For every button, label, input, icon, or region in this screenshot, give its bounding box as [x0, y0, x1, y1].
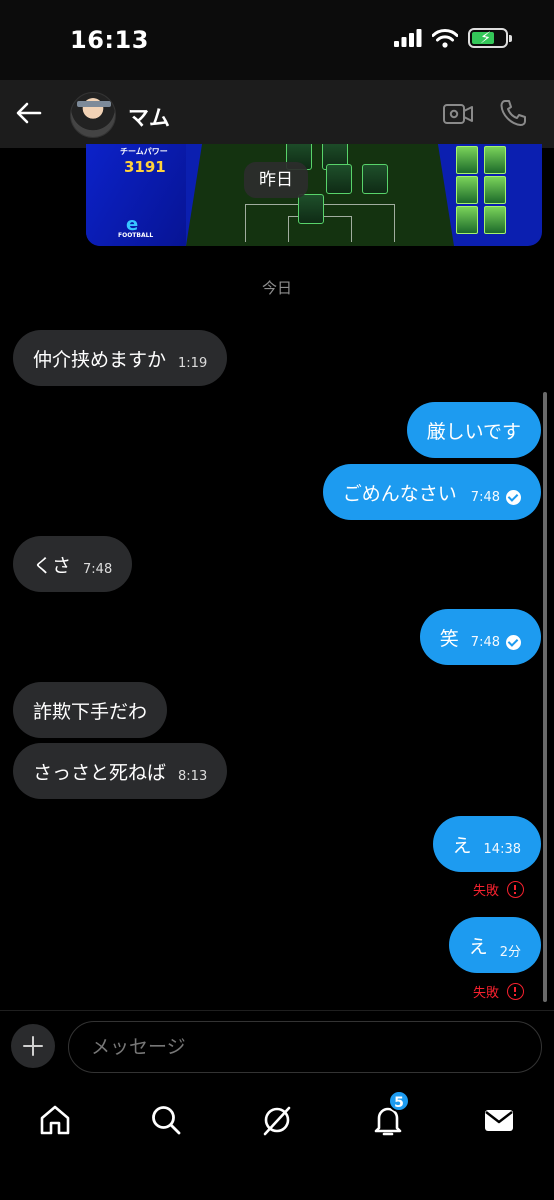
message-bubble-outgoing[interactable]: え 14:38 [432, 816, 541, 872]
message-text: 笑 [439, 627, 459, 650]
grok-icon [263, 1106, 291, 1136]
team-power-label: チームパワー [120, 147, 168, 156]
message-text: 仲介挟めますか [33, 348, 167, 371]
tab-search[interactable] [144, 1098, 188, 1142]
message-time: 7:48 [83, 561, 113, 577]
bench-card [484, 206, 506, 234]
shared-image[interactable]: チームパワー 3191 e FOOTBALL [86, 144, 542, 246]
team-power-value: 3191 [124, 158, 166, 176]
contact-name[interactable]: マム [128, 102, 170, 132]
tab-notifications[interactable]: 5 [366, 1090, 410, 1142]
message-bubble-incoming[interactable]: 詐欺下手だわ [13, 682, 168, 738]
add-attachment-button[interactable] [11, 1024, 55, 1068]
message-bubble-outgoing[interactable]: え 2分 [448, 917, 541, 973]
bench-card [456, 146, 478, 174]
phone-call-icon[interactable] [498, 98, 528, 128]
player-card [326, 164, 352, 194]
home-icon [40, 1105, 70, 1135]
scrollbar[interactable] [543, 392, 547, 1002]
status-time: 16:13 [70, 26, 149, 54]
message-time: 7:48 [470, 489, 500, 505]
date-divider-today: 今日 [261, 279, 292, 297]
message-text: 厳しいです [426, 420, 521, 443]
tab-home[interactable] [33, 1098, 77, 1142]
message-time: 7:48 [470, 634, 500, 650]
avatar[interactable] [70, 92, 116, 138]
message-composer [0, 1010, 554, 1084]
message-text: くさ [33, 554, 72, 577]
message-text: え [468, 935, 488, 958]
message-bubble-incoming[interactable]: さっさと死ねば 8:13 [13, 743, 228, 799]
message-text: え [452, 834, 472, 857]
failed-label: 失敗 [472, 986, 499, 1001]
failed-label: 失敗 [472, 884, 499, 899]
search-icon [152, 1106, 181, 1135]
chat-header: マム [0, 80, 554, 148]
status-icons: ⚡ [394, 28, 512, 48]
message-input[interactable] [68, 1021, 542, 1073]
bench-card [456, 206, 478, 234]
message-time: 14:38 [483, 841, 521, 857]
bottom-tab-bar: 5 [0, 1084, 554, 1200]
message-text: さっさと死ねば [33, 761, 167, 784]
messages-icon [485, 1110, 513, 1131]
signal-icon [394, 29, 422, 47]
message-text: ごめんなさい [342, 482, 457, 505]
battery-icon: ⚡ [468, 28, 512, 48]
bench-card [456, 176, 478, 204]
logo-text: FOOTBALL [118, 232, 154, 239]
date-chip-yesterday: 昨日 [244, 162, 308, 198]
wifi-icon [432, 28, 458, 48]
error-info-icon[interactable] [507, 881, 524, 898]
back-arrow-icon[interactable] [14, 98, 44, 128]
bench-card [484, 146, 506, 174]
tab-messages[interactable] [477, 1098, 521, 1142]
tab-grok[interactable] [255, 1098, 299, 1142]
send-failed-status[interactable]: 失敗 [473, 982, 524, 1001]
message-time: 1:19 [178, 355, 208, 371]
player-card [362, 164, 388, 194]
bench-card [484, 176, 506, 204]
player-card [298, 194, 324, 224]
message-bubble-outgoing[interactable]: 笑 7:48 [419, 609, 541, 665]
message-bubble-incoming[interactable]: くさ 7:48 [13, 536, 133, 592]
notification-badge: 5 [388, 1090, 410, 1112]
read-check-icon [506, 634, 521, 650]
team-power-panel: チームパワー 3191 e FOOTBALL [86, 144, 186, 246]
error-info-icon[interactable] [507, 983, 524, 1000]
message-bubble-outgoing[interactable]: ごめんなさい 7:48 [322, 464, 541, 520]
status-bar: 16:13 ⚡ [0, 0, 554, 80]
video-call-icon[interactable] [442, 100, 474, 128]
message-time: 8:13 [178, 768, 208, 784]
message-text: 詐欺下手だわ [33, 700, 148, 723]
send-failed-status[interactable]: 失敗 [473, 880, 524, 899]
message-time: 2分 [499, 944, 521, 960]
message-bubble-outgoing[interactable]: 厳しいです [406, 402, 541, 458]
read-check-icon [506, 489, 521, 505]
message-bubble-incoming[interactable]: 仲介挟めますか 1:19 [13, 330, 228, 386]
